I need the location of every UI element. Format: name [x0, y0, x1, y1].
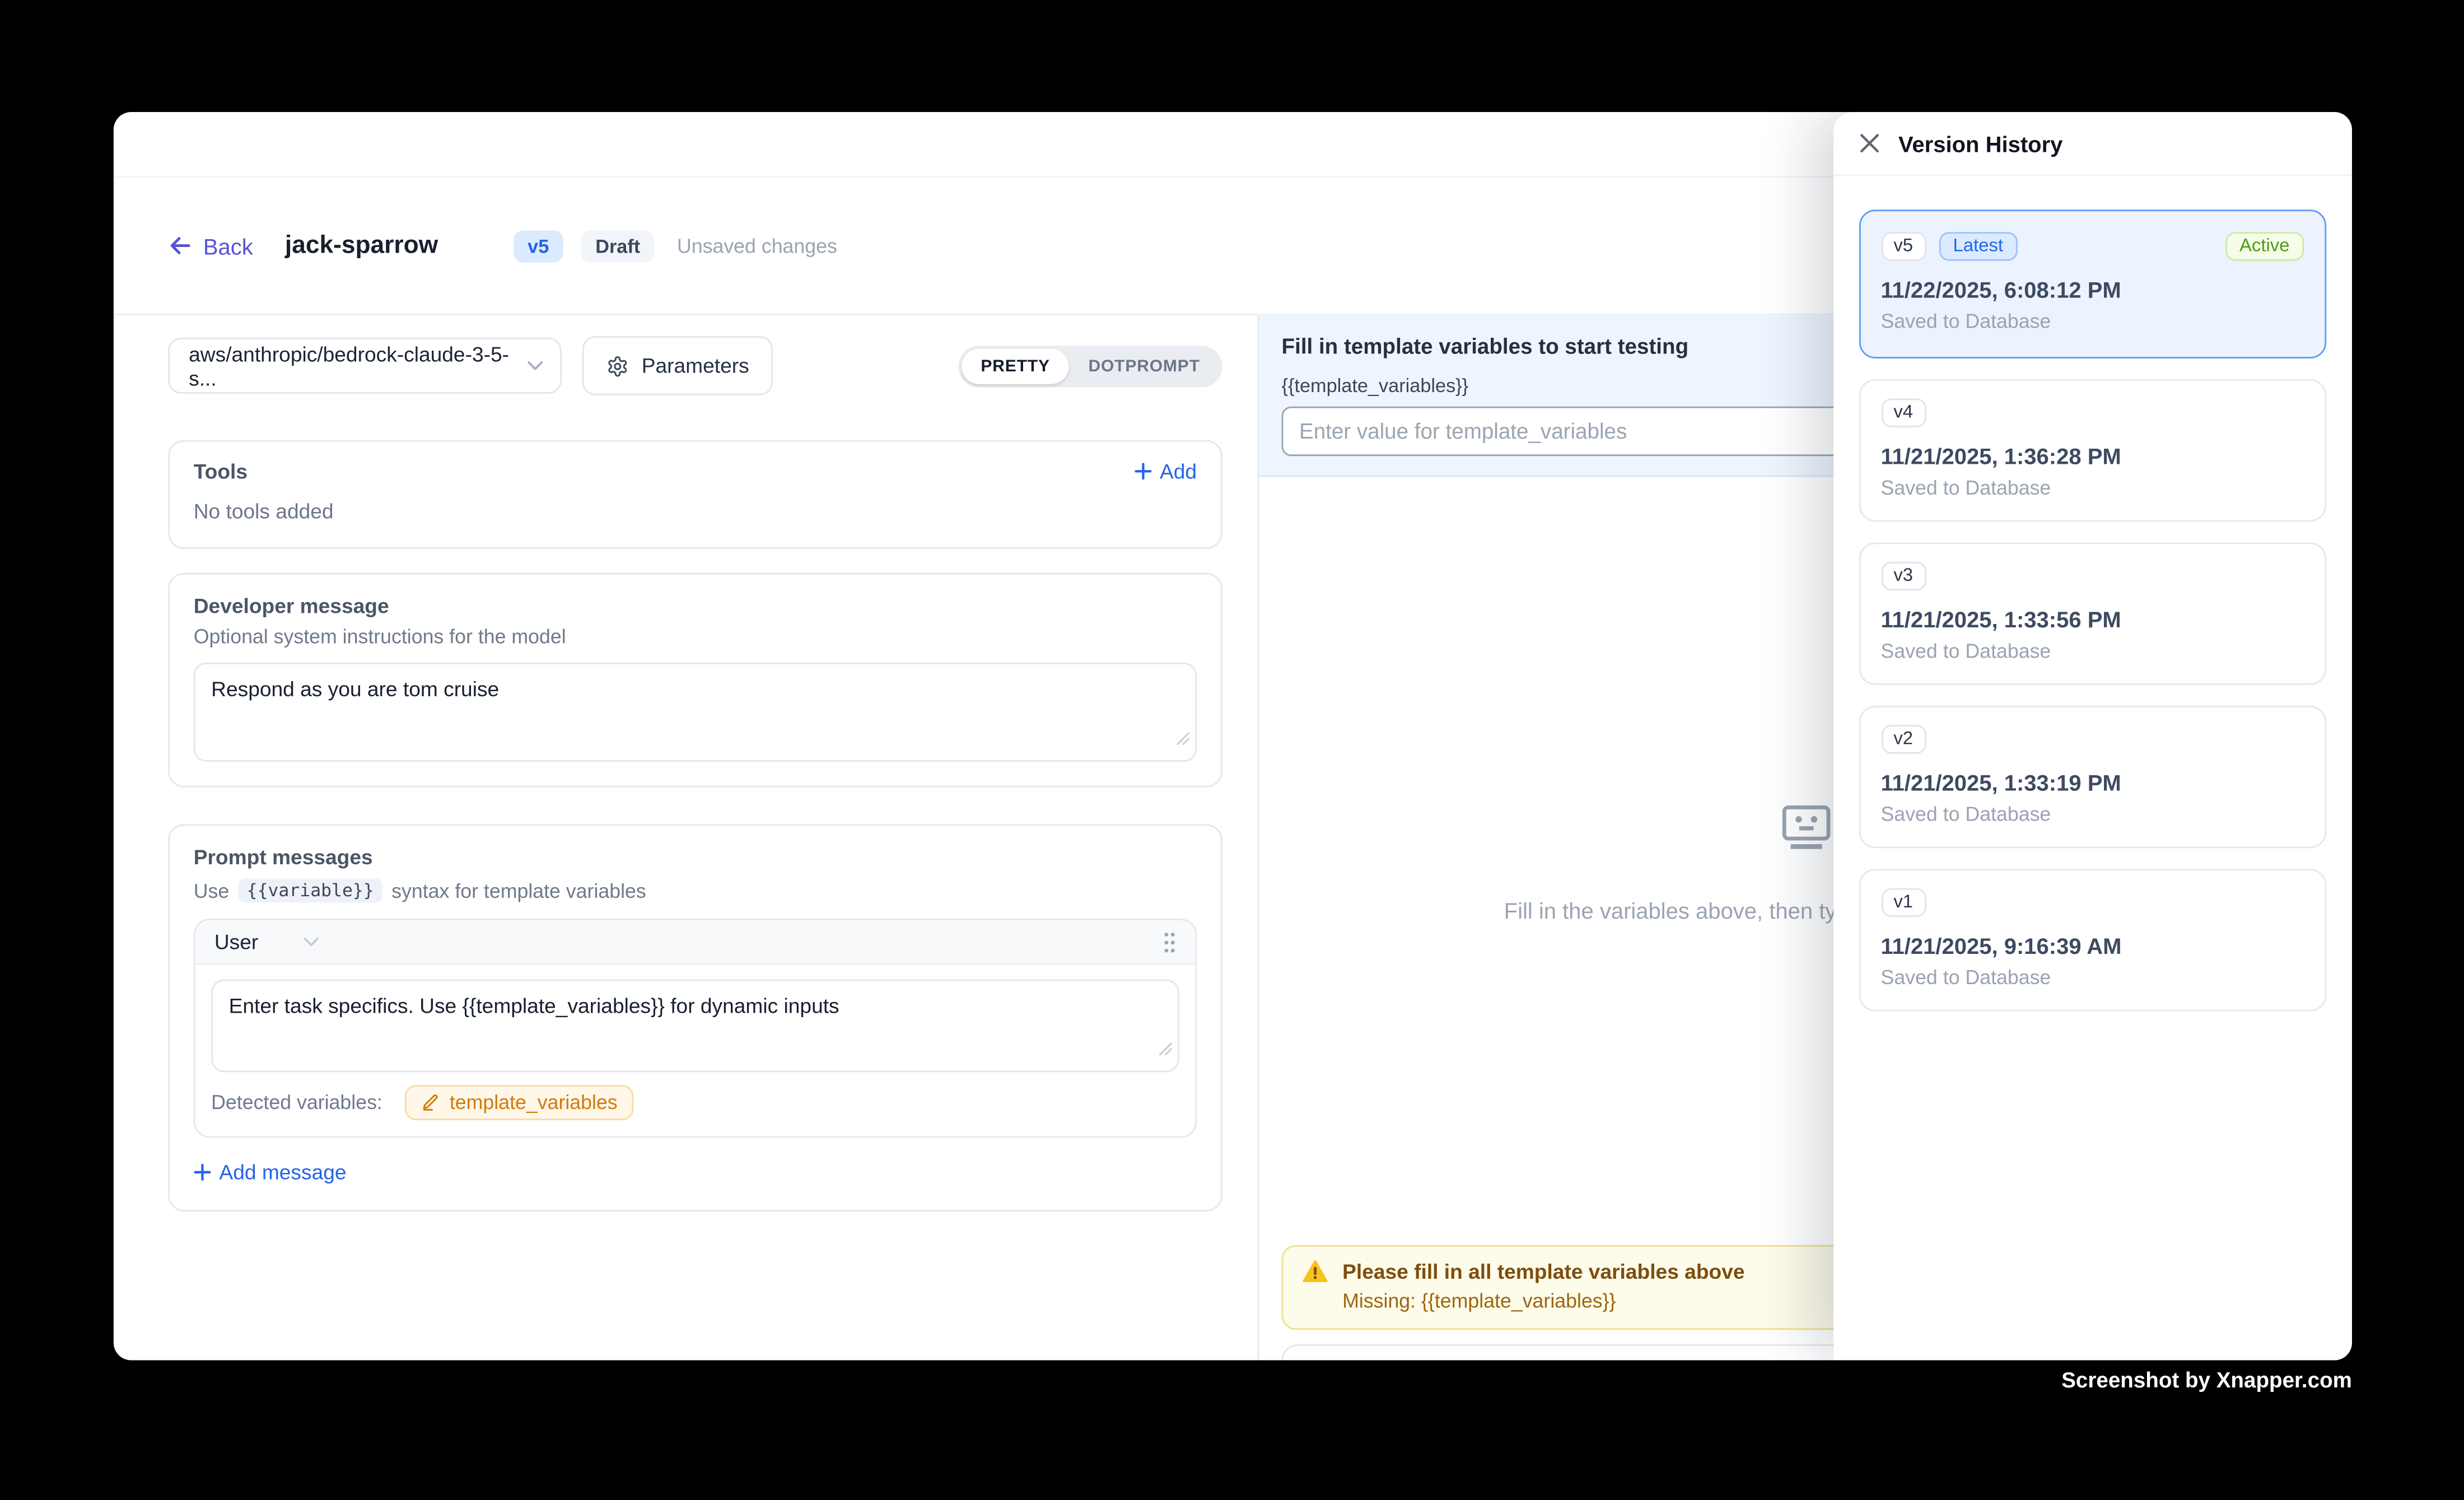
developer-message-input[interactable]: Respond as you are tom cruise: [194, 663, 1197, 762]
warning-icon: [1303, 1260, 1328, 1284]
version-history-drawer: Version History v5 Latest Active 11/22/2…: [1833, 112, 2352, 1359]
detected-variables-label: Detected variables:: [211, 1092, 382, 1114]
add-message-label: Add message: [219, 1160, 346, 1184]
version-tag: v3: [1881, 562, 1926, 590]
app-window: Back jack-sparrow v5 Draft Unsaved chang…: [114, 112, 2352, 1359]
version-timestamp: 11/21/2025, 1:33:19 PM: [1881, 770, 2304, 795]
add-tool-button[interactable]: Add: [1134, 459, 1197, 483]
detected-variable-badge[interactable]: template_variables: [405, 1085, 633, 1120]
plus-icon: [194, 1163, 211, 1181]
role-select-value: User: [214, 930, 258, 954]
version-card-v1[interactable]: v1 11/21/2025, 9:16:39 AM Saved to Datab…: [1859, 869, 2327, 1011]
version-timestamp: 11/21/2025, 1:33:56 PM: [1881, 607, 2304, 632]
version-history-header: Version History: [1833, 112, 2352, 176]
editor-toolbar: aws/anthropic/bedrock-claude-3-5-s... Pa…: [168, 336, 1222, 395]
toggle-pretty[interactable]: PRETTY: [962, 348, 1069, 383]
version-card-v5[interactable]: v5 Latest Active 11/22/2025, 6:08:12 PM …: [1859, 209, 2327, 358]
warning-title: Please fill in all template variables ab…: [1342, 1260, 1744, 1284]
version-history-title: Version History: [1898, 131, 2062, 156]
draft-badge: Draft: [581, 230, 654, 262]
chevron-down-icon: [526, 358, 544, 373]
version-status: Saved to Database: [1881, 640, 2304, 663]
screenshot-stage: Back jack-sparrow v5 Draft Unsaved chang…: [0, 0, 2464, 1500]
page-title: jack-sparrow: [285, 231, 438, 260]
role-select[interactable]: User: [214, 930, 321, 954]
view-mode-toggle: PRETTY DOTPROMPT: [958, 345, 1222, 386]
prompt-editor-panel: aws/anthropic/bedrock-claude-3-5-s... Pa…: [114, 315, 1259, 1359]
parameters-button[interactable]: Parameters: [582, 336, 773, 395]
prompt-messages-title: Prompt messages: [194, 845, 1197, 869]
add-tool-label: Add: [1160, 459, 1197, 483]
message-header: User: [195, 920, 1196, 965]
version-tag: v1: [1881, 888, 1926, 917]
version-card-v2[interactable]: v2 11/21/2025, 1:33:19 PM Saved to Datab…: [1859, 706, 2327, 848]
message-block: User Enter task specifics. Use {{templat…: [194, 919, 1197, 1138]
active-badge: Active: [2225, 232, 2304, 260]
add-message-button[interactable]: Add message: [194, 1160, 1197, 1184]
chevron-down-icon: [303, 935, 320, 949]
version-timestamp: 11/21/2025, 9:16:39 AM: [1881, 933, 2304, 959]
version-badge: v5: [513, 230, 563, 262]
close-icon[interactable]: [1859, 133, 1879, 153]
gear-icon: [606, 355, 629, 377]
model-select[interactable]: aws/anthropic/bedrock-claude-3-5-s...: [168, 338, 562, 394]
hint-prefix: Use: [194, 879, 230, 902]
version-card-v4[interactable]: v4 11/21/2025, 1:36:28 PM Saved to Datab…: [1859, 379, 2327, 521]
unsaved-changes-label: Unsaved changes: [677, 235, 837, 257]
version-status: Saved to Database: [1881, 477, 2304, 499]
latest-badge: Latest: [1939, 232, 2018, 260]
resize-handle-icon[interactable]: [1176, 725, 1191, 753]
pencil-icon: [421, 1093, 440, 1112]
empty-state-text: Fill in the variables above, then typ: [1504, 898, 1849, 924]
version-tag: v4: [1881, 398, 1926, 427]
developer-message-subtitle: Optional system instructions for the mod…: [194, 626, 1197, 648]
tools-card: Tools Add No tools added: [168, 440, 1222, 549]
toggle-dotprompt[interactable]: DOTPROMPT: [1069, 348, 1219, 383]
resize-handle-icon[interactable]: [1159, 1036, 1173, 1064]
parameters-label: Parameters: [642, 353, 749, 378]
model-select-value: aws/anthropic/bedrock-claude-3-5-s...: [189, 342, 526, 390]
bot-icon: [1780, 805, 1831, 858]
version-status: Saved to Database: [1881, 803, 2304, 826]
user-message-input[interactable]: Enter task specifics. Use {{template_var…: [211, 980, 1179, 1073]
detected-variables-row: Detected variables: template_variables: [211, 1085, 1179, 1120]
version-tag: v5: [1881, 232, 1926, 260]
back-label: Back: [203, 233, 253, 259]
variable-syntax-chip: {{variable}}: [239, 879, 382, 903]
message-body: Enter task specifics. Use {{template_var…: [195, 965, 1196, 1136]
tools-empty-text: No tools added: [194, 499, 1197, 523]
developer-message-card: Developer message Optional system instru…: [168, 573, 1222, 788]
version-timestamp: 11/21/2025, 1:36:28 PM: [1881, 443, 2304, 469]
prompt-messages-card: Prompt messages Use {{variable}} syntax …: [168, 824, 1222, 1211]
arrow-left-icon: [168, 234, 192, 258]
version-list: v5 Latest Active 11/22/2025, 6:08:12 PM …: [1833, 176, 2352, 1011]
version-timestamp: 11/22/2025, 6:08:12 PM: [1881, 277, 2304, 302]
variable-syntax-hint: Use {{variable}} syntax for template var…: [194, 879, 1197, 903]
detected-variable-name: template_variables: [450, 1092, 618, 1114]
xnapper-watermark: Screenshot by Xnapper.com: [2061, 1368, 2352, 1392]
version-tag: v2: [1881, 725, 1926, 753]
version-status: Saved to Database: [1881, 310, 2304, 333]
plus-icon: [1134, 463, 1151, 480]
version-card-v3[interactable]: v3 11/21/2025, 1:33:56 PM Saved to Datab…: [1859, 543, 2327, 685]
developer-message-title: Developer message: [194, 594, 1197, 618]
version-status: Saved to Database: [1881, 967, 2304, 989]
hint-suffix: syntax for template variables: [391, 879, 646, 902]
back-button[interactable]: Back: [168, 233, 253, 259]
drag-handle-icon[interactable]: [1163, 930, 1176, 953]
tools-title: Tools: [194, 459, 248, 483]
